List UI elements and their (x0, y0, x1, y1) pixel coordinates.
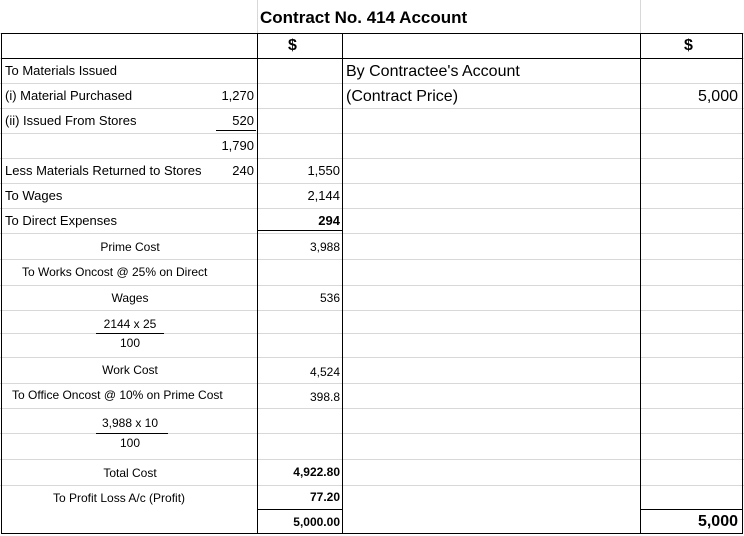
prime-cost-label: Prime Cost (100, 240, 160, 254)
currency-header-credit: $ (684, 37, 693, 54)
wages-label: To Wages (5, 188, 63, 203)
prime-cost-amount: 3,988 (309, 240, 340, 254)
materials-subtotal: 1,790 (221, 138, 254, 153)
gridline (257, 0, 258, 33)
table-border (342, 33, 343, 534)
gridline (0, 158, 744, 159)
gridline (0, 485, 744, 486)
table-border (1, 58, 742, 59)
table-border (1, 33, 742, 34)
office-calc-numerator: 3,988 x 10 (101, 416, 159, 430)
profit-label: To Profit Loss A/c (Profit) (53, 491, 186, 505)
gridline (0, 133, 744, 134)
office-oncost-amount: 398.8 (309, 390, 340, 404)
debit-total: 5,000.00 (293, 515, 340, 529)
table-border (640, 33, 641, 534)
wages-amount: 2,144 (307, 188, 340, 203)
profit-amount: 77.20 (309, 490, 340, 504)
gridline (0, 183, 744, 184)
gridline (0, 310, 744, 311)
direct-expenses-label: To Direct Expenses (5, 213, 117, 228)
works-calc-numerator: 2144 x 25 (103, 317, 157, 331)
works-calc-denominator: 100 (119, 336, 141, 350)
contract-price-amount: 5,000 (697, 88, 738, 105)
table-border (742, 33, 743, 534)
contractee-account-label: By Contractee's Account (346, 63, 520, 80)
gridline (0, 208, 744, 209)
page-title: Contract No. 414 Account (260, 8, 468, 27)
total-cost-amount: 4,922.80 (293, 465, 340, 479)
total-rule (641, 509, 742, 510)
gridline (0, 285, 744, 286)
table-border (1, 533, 743, 534)
total-rule (258, 509, 342, 510)
total-cost-label: Total Cost (103, 466, 157, 480)
work-cost-label: Work Cost (102, 363, 158, 377)
less-returned-amount: 240 (232, 163, 254, 178)
gridline (640, 0, 641, 33)
prime-cost-rule (258, 230, 342, 231)
office-oncost-label: To Office Oncost @ 10% on Prime Cost (12, 388, 223, 402)
contract-account-sheet: Contract No. 414 Account $ $ To Material… (0, 0, 744, 536)
table-border (257, 33, 258, 534)
materials-issued-label: To Materials Issued (5, 63, 117, 78)
gridline (0, 383, 744, 384)
gridline (0, 408, 744, 409)
materials-net-amount: 1,550 (307, 163, 340, 178)
less-returned-label: Less Materials Returned to Stores (5, 163, 202, 178)
currency-header-debit: $ (288, 37, 297, 54)
issued-from-stores-amount: 520 (232, 113, 254, 128)
fraction-bar (96, 333, 164, 334)
works-oncost-wages-label: Wages (111, 291, 149, 305)
office-calc-denominator: 100 (119, 436, 141, 450)
fraction-bar (96, 433, 168, 434)
subtotal-rule (216, 130, 256, 131)
gridline (0, 459, 744, 460)
table-border (1, 33, 2, 534)
gridline (0, 357, 744, 358)
gridline (0, 108, 744, 109)
works-oncost-label: To Works Oncost @ 25% on Direct (22, 265, 208, 279)
material-purchased-amount: 1,270 (221, 88, 254, 103)
issued-from-stores-label: (ii) Issued From Stores (5, 113, 137, 128)
works-oncost-amount: 536 (319, 291, 340, 305)
gridline (0, 83, 744, 84)
credit-total: 5,000 (697, 513, 738, 530)
work-cost-amount: 4,524 (309, 365, 340, 379)
contract-price-label: (Contract Price) (346, 88, 459, 105)
gridline (0, 259, 744, 260)
gridline (0, 233, 744, 234)
material-purchased-label: (i) Material Purchased (5, 88, 133, 103)
direct-expenses-amount: 294 (318, 213, 340, 228)
